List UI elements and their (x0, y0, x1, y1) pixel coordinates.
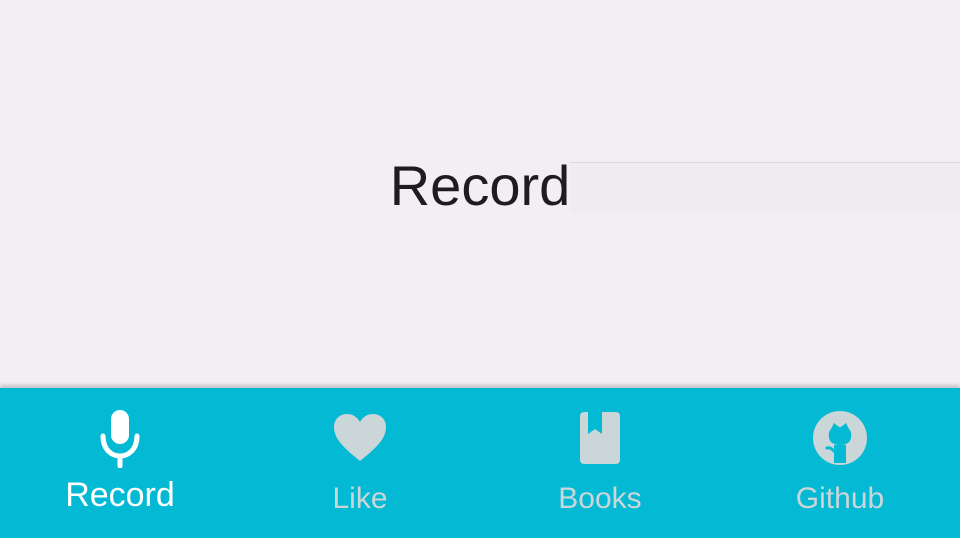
nav-item-record[interactable]: Record (0, 388, 240, 538)
microphone-icon (88, 406, 152, 470)
app-screen: Record Record Like Books Github (0, 0, 960, 538)
nav-label-github: Github (795, 482, 885, 515)
nav-item-github[interactable]: Github (720, 388, 960, 538)
page-title: Record (389, 154, 571, 217)
nav-item-like[interactable]: Like (240, 388, 480, 538)
main-content: Record (0, 0, 960, 388)
nav-label-like: Like (332, 482, 388, 515)
nav-label-record: Record (65, 476, 175, 514)
heart-icon (328, 406, 392, 470)
nav-label-books: Books (558, 482, 642, 515)
bottom-navigation-bar: Record Like Books Github (0, 388, 960, 538)
book-icon (568, 406, 632, 470)
github-icon (808, 406, 872, 470)
nav-item-books[interactable]: Books (480, 388, 720, 538)
